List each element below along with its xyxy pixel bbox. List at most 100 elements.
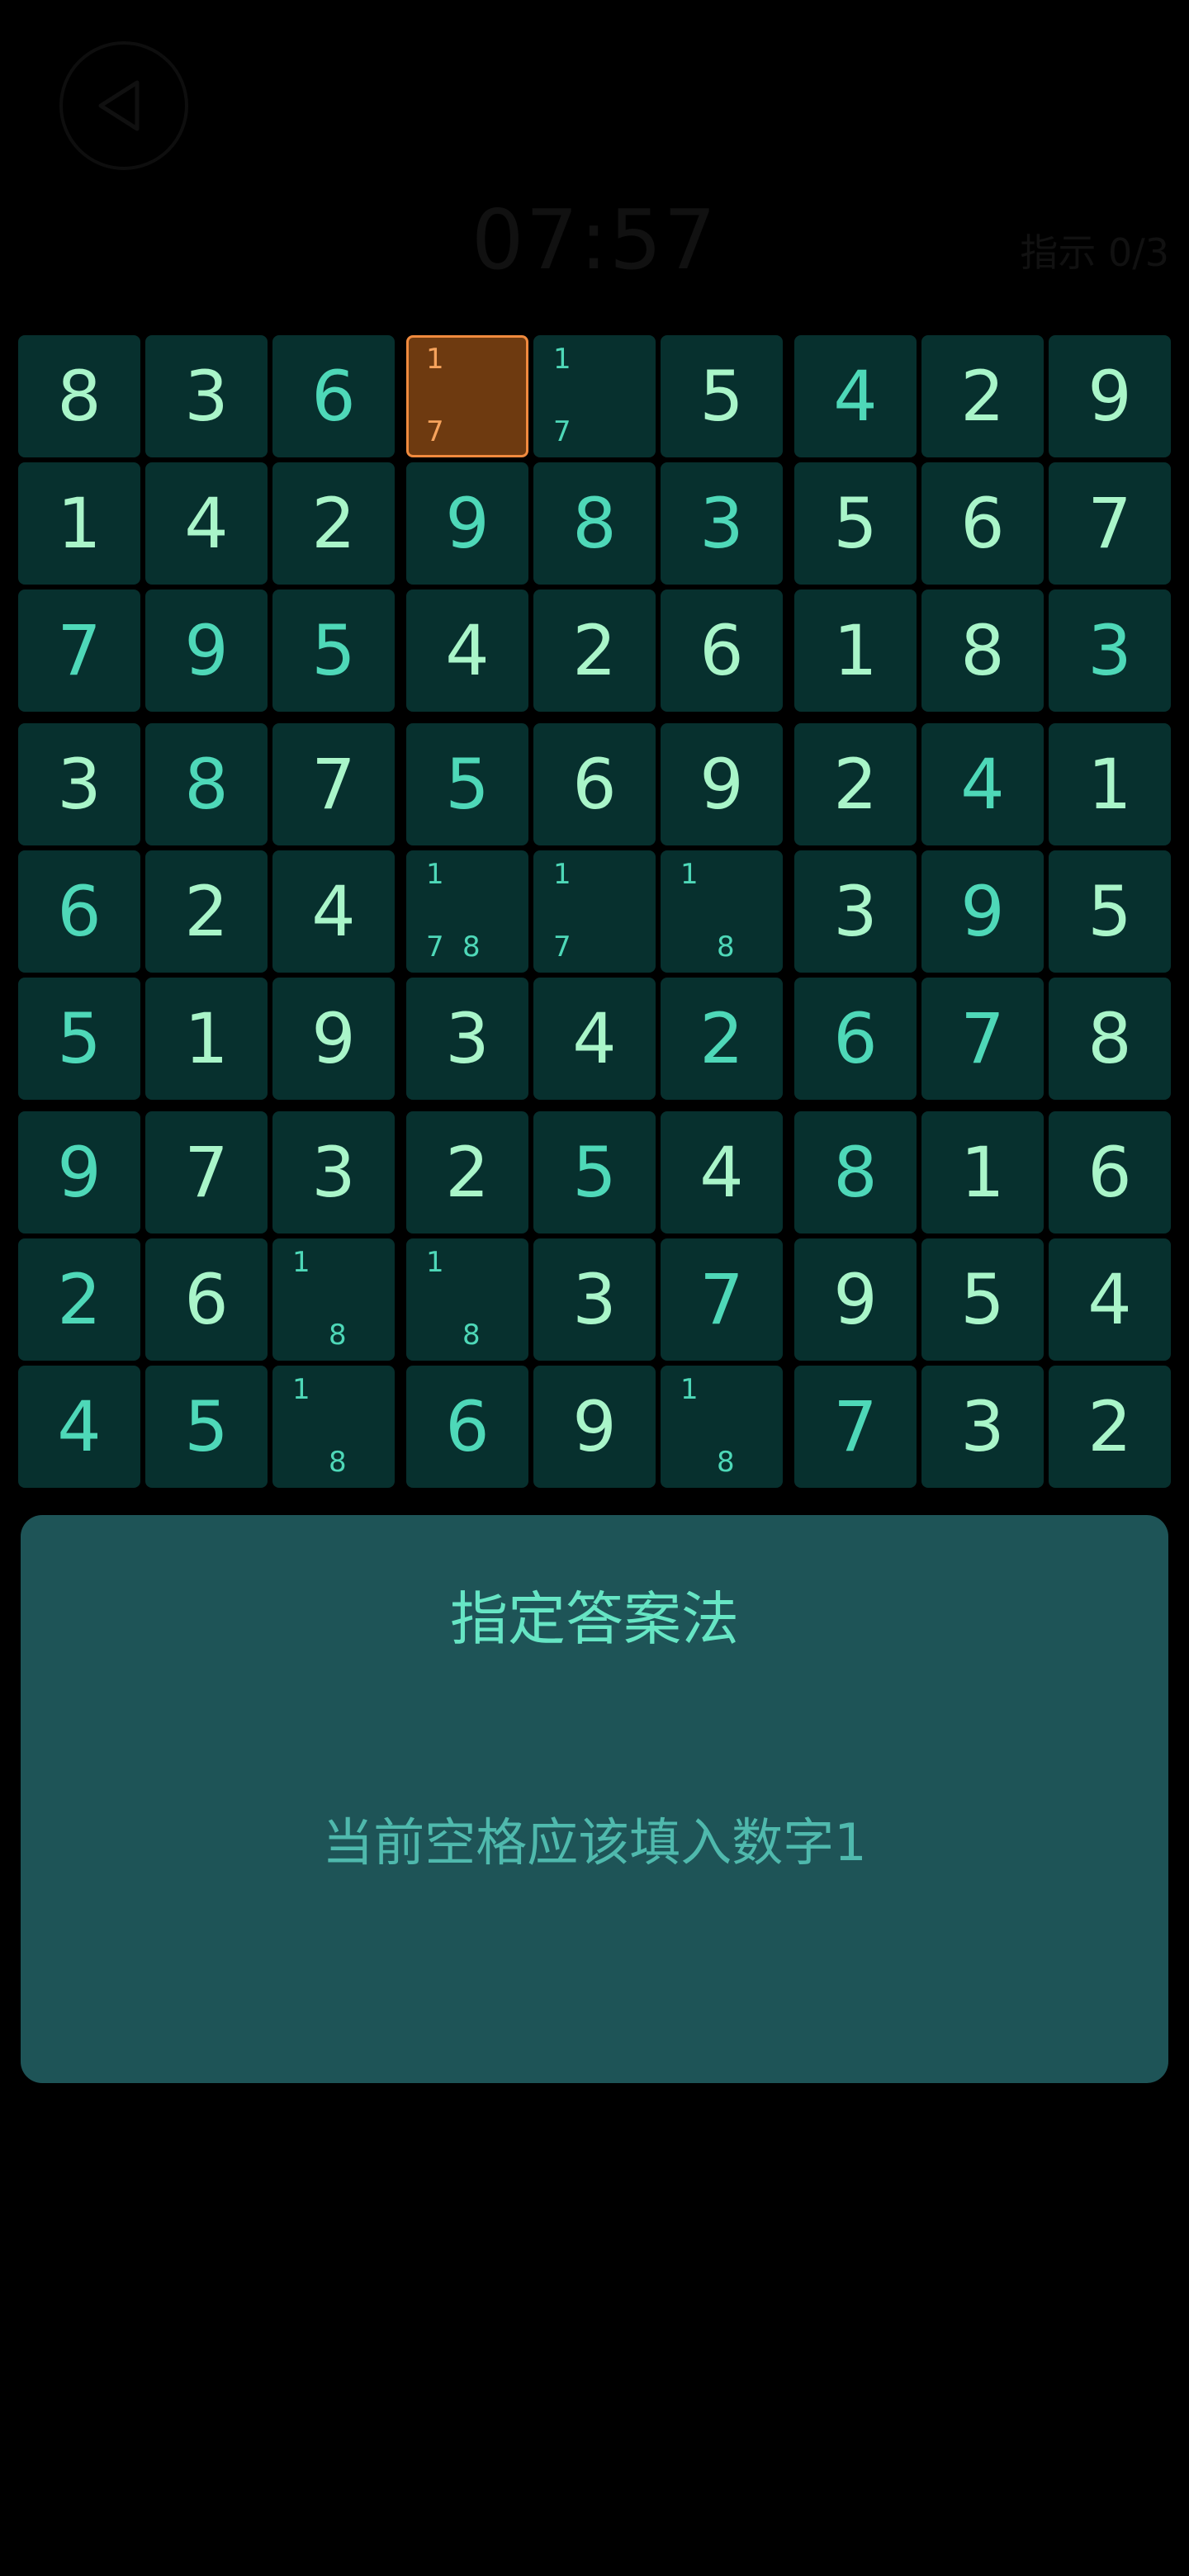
cell-candidate: 8 xyxy=(462,1319,481,1352)
sudoku-cell[interactable]: 5 xyxy=(533,1111,656,1234)
sudoku-cell[interactable]: 18 xyxy=(272,1366,395,1488)
sudoku-cell[interactable]: 9 xyxy=(272,978,395,1100)
sudoku-cell[interactable]: 6 xyxy=(794,978,917,1100)
sudoku-cell[interactable]: 1 xyxy=(18,462,140,585)
sudoku-cell[interactable]: 3 xyxy=(661,462,783,585)
sudoku-cell[interactable]: 6 xyxy=(533,723,656,845)
sudoku-cell[interactable]: 1 xyxy=(794,590,917,712)
cell-candidate: 1 xyxy=(292,1246,310,1279)
sudoku-cell[interactable]: 5 xyxy=(661,335,783,457)
cell-value: 6 xyxy=(572,744,617,825)
cell-value: 9 xyxy=(699,744,744,825)
sudoku-cell[interactable]: 9 xyxy=(794,1238,917,1361)
sudoku-cell[interactable]: 7 xyxy=(794,1366,917,1488)
cell-value: 4 xyxy=(833,356,878,437)
sudoku-cell[interactable]: 3 xyxy=(18,723,140,845)
sudoku-cell[interactable]: 8 xyxy=(1049,978,1171,1100)
sudoku-cell[interactable]: 18 xyxy=(272,1238,395,1361)
sudoku-cell[interactable]: 8 xyxy=(794,1111,917,1234)
cell-value: 7 xyxy=(184,1132,229,1213)
sudoku-cell[interactable]: 3 xyxy=(1049,590,1171,712)
sudoku-cell[interactable]: 5 xyxy=(1049,850,1171,973)
sudoku-cell[interactable]: 3 xyxy=(794,850,917,973)
sudoku-cell[interactable]: 2 xyxy=(18,1238,140,1361)
sudoku-cell[interactable]: 4 xyxy=(661,1111,783,1234)
cell-value: 4 xyxy=(311,871,356,952)
sudoku-cell[interactable]: 2 xyxy=(272,462,395,585)
sudoku-cell[interactable]: 7 xyxy=(1049,462,1171,585)
cell-value: 6 xyxy=(445,1386,490,1467)
sudoku-cell[interactable]: 5 xyxy=(18,978,140,1100)
sudoku-cell[interactable]: 3 xyxy=(272,1111,395,1234)
sudoku-cell[interactable]: 18 xyxy=(406,1238,528,1361)
sudoku-cell[interactable]: 5 xyxy=(921,1238,1044,1361)
sudoku-cell[interactable]: 9 xyxy=(18,1111,140,1234)
sudoku-cell[interactable]: 8 xyxy=(145,723,268,845)
cell-value: 7 xyxy=(699,1259,744,1340)
sudoku-cell[interactable]: 9 xyxy=(661,723,783,845)
sudoku-cell[interactable]: 2 xyxy=(533,590,656,712)
sudoku-cell[interactable]: 18 xyxy=(661,1366,783,1488)
sudoku-cell[interactable]: 18 xyxy=(661,850,783,973)
sudoku-cell[interactable]: 9 xyxy=(145,590,268,712)
sudoku-cell[interactable]: 2 xyxy=(921,335,1044,457)
sudoku-cell[interactable]: 9 xyxy=(533,1366,656,1488)
sudoku-cell[interactable]: 4 xyxy=(18,1366,140,1488)
sudoku-cell[interactable]: 7 xyxy=(661,1238,783,1361)
sudoku-cell[interactable]: 8 xyxy=(18,335,140,457)
sudoku-cell[interactable]: 6 xyxy=(1049,1111,1171,1234)
sudoku-cell[interactable]: 7 xyxy=(921,978,1044,1100)
sudoku-cell[interactable]: 7 xyxy=(18,590,140,712)
sudoku-cell[interactable]: 9 xyxy=(1049,335,1171,457)
back-button[interactable] xyxy=(59,41,188,170)
cell-value: 9 xyxy=(311,998,356,1079)
sudoku-cell[interactable]: 4 xyxy=(794,335,917,457)
sudoku-cell[interactable]: 4 xyxy=(921,723,1044,845)
sudoku-cell[interactable]: 3 xyxy=(406,978,528,1100)
sudoku-cell[interactable]: 7 xyxy=(145,1111,268,1234)
sudoku-cell[interactable]: 1 xyxy=(1049,723,1171,845)
sudoku-cell[interactable]: 6 xyxy=(921,462,1044,585)
sudoku-cell[interactable]: 8 xyxy=(533,462,656,585)
sudoku-cell[interactable]: 4 xyxy=(533,978,656,1100)
sudoku-cell[interactable]: 6 xyxy=(18,850,140,973)
sudoku-cell[interactable]: 4 xyxy=(406,590,528,712)
sudoku-cell[interactable]: 9 xyxy=(406,462,528,585)
sudoku-cell[interactable]: 5 xyxy=(406,723,528,845)
sudoku-cell[interactable]: 8 xyxy=(921,590,1044,712)
cell-candidate: 8 xyxy=(717,930,735,964)
sudoku-cell[interactable]: 2 xyxy=(1049,1366,1171,1488)
sudoku-cell[interactable]: 1 xyxy=(921,1111,1044,1234)
sudoku-cell[interactable]: 6 xyxy=(661,590,783,712)
sudoku-cell[interactable]: 5 xyxy=(272,590,395,712)
sudoku-cell[interactable]: 2 xyxy=(661,978,783,1100)
sudoku-cell[interactable]: 6 xyxy=(145,1238,268,1361)
sudoku-cell[interactable]: 3 xyxy=(533,1238,656,1361)
sudoku-cell-selected[interactable]: 17 xyxy=(406,335,528,457)
sudoku-cell[interactable]: 4 xyxy=(1049,1238,1171,1361)
cell-candidate: 1 xyxy=(553,858,571,891)
sudoku-cell[interactable]: 2 xyxy=(406,1111,528,1234)
sudoku-cell[interactable]: 6 xyxy=(272,335,395,457)
sudoku-cell[interactable]: 4 xyxy=(145,462,268,585)
sudoku-cell[interactable]: 2 xyxy=(794,723,917,845)
cell-value: 5 xyxy=(572,1132,617,1213)
sudoku-cell[interactable]: 1 78 xyxy=(406,850,528,973)
sudoku-cell[interactable]: 6 xyxy=(406,1366,528,1488)
sudoku-cell[interactable]: 17 xyxy=(533,850,656,973)
sudoku-cell[interactable]: 2 xyxy=(145,850,268,973)
sudoku-cell[interactable]: 1 xyxy=(145,978,268,1100)
sudoku-cell[interactable]: 3 xyxy=(921,1366,1044,1488)
sudoku-board: 8361717542914298356779542618338756924162… xyxy=(18,335,1171,1488)
sudoku-cell[interactable]: 5 xyxy=(145,1366,268,1488)
technique-message: 当前空格应该填入数字1 xyxy=(322,1812,867,1873)
sudoku-cell[interactable]: 4 xyxy=(272,850,395,973)
sudoku-cell[interactable]: 3 xyxy=(145,335,268,457)
sudoku-cell[interactable]: 17 xyxy=(533,335,656,457)
sudoku-cell[interactable]: 7 xyxy=(272,723,395,845)
hint-counter[interactable]: 指示 0/3 xyxy=(1020,223,1169,277)
sudoku-cell[interactable]: 9 xyxy=(921,850,1044,973)
sudoku-cell[interactable]: 5 xyxy=(794,462,917,585)
cell-candidate: 7 xyxy=(553,930,571,964)
cell-candidate: 8 xyxy=(329,1319,347,1352)
